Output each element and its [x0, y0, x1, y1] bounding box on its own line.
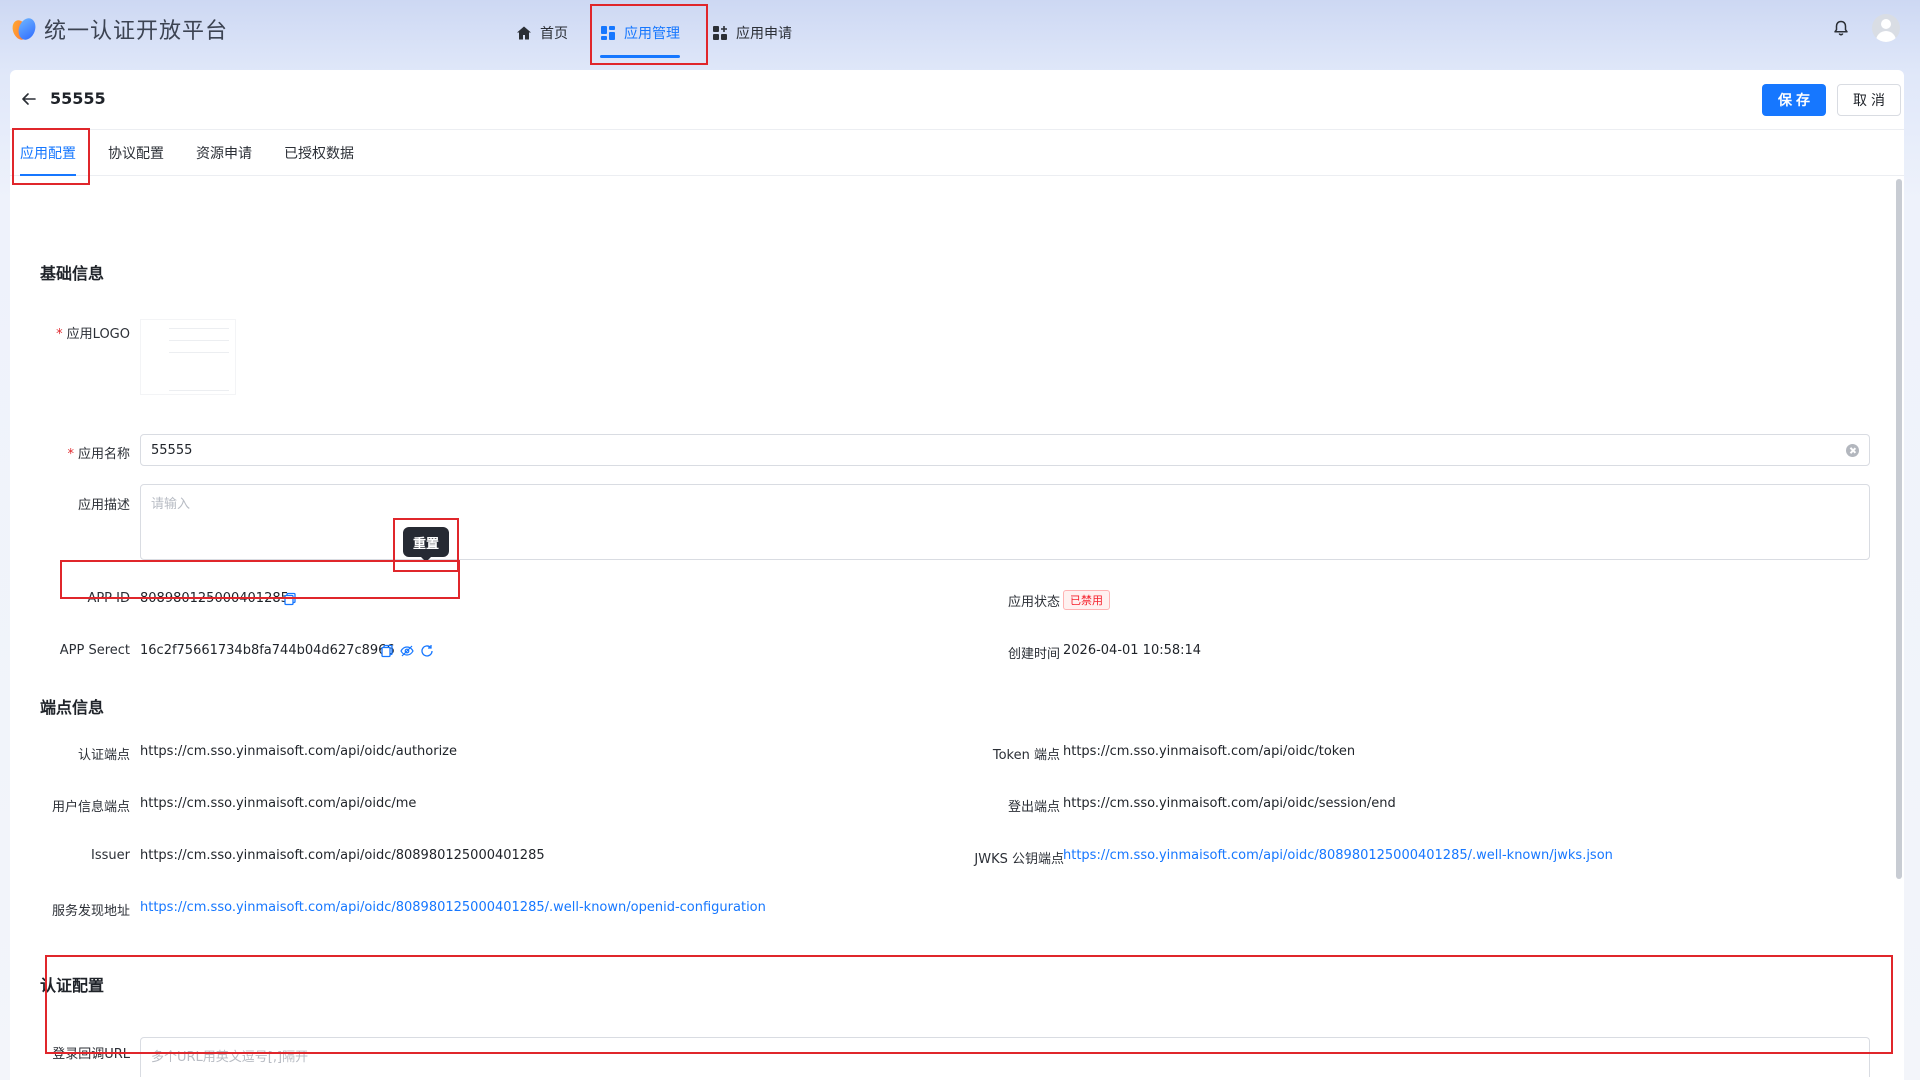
platform-title: 统一认证开放平台 [44, 19, 229, 44]
reset-tooltip: 重置 [403, 527, 450, 562]
grid-icon [601, 26, 615, 40]
apps-add-icon [713, 26, 727, 40]
created-value: 2026-04-01 10:58:14 [1063, 643, 1202, 658]
user-avatar[interactable] [1872, 14, 1900, 42]
nav-item-label: 首页 [540, 26, 568, 42]
home-icon [517, 26, 531, 40]
created-label: 创建时间 [1007, 647, 1060, 662]
tab-protocol-config[interactable]: 协议配置 [108, 130, 164, 176]
userinfo-endpoint-label: 用户信息端点 [51, 800, 130, 815]
logout-endpoint-label: 登出端点 [1007, 800, 1060, 815]
token-endpoint-label: Token 端点 [992, 748, 1060, 763]
form-body: 基础信息 * 应用LOGO * 应用名称 55555 应用描述 请输入 APP ID… [10, 177, 1904, 1080]
status-badge: 已禁用 [1063, 590, 1110, 610]
auth-endpoint-value: https://cm.sso.yinmaisoft.com/api/oidc/a… [140, 744, 458, 759]
cancel-button[interactable]: 取消 [1837, 84, 1901, 116]
clear-icon[interactable] [1846, 444, 1859, 457]
required-mark: * [67, 447, 74, 462]
callback-url-input[interactable]: 多个URL用英文逗号[,]隔开 [140, 1037, 1870, 1077]
description-placeholder: 请输入 [151, 497, 191, 512]
secret-label: APP Serect [59, 643, 130, 658]
top-right-actions [1832, 14, 1900, 42]
vertical-scrollbar[interactable] [1896, 179, 1902, 879]
bell-icon[interactable] [1832, 19, 1850, 37]
top-navigation-bar: 统一认证开放平台 首页 应用管理 应用申请 [0, 0, 1920, 70]
userinfo-endpoint-value: https://cm.sso.yinmaisoft.com/api/oidc/m… [140, 796, 417, 811]
main-nav: 首页 应用管理 应用申请 [500, 0, 808, 66]
copy-icon[interactable] [380, 644, 394, 658]
tab-resource-request[interactable]: 资源申请 [196, 130, 252, 176]
discovery-label: 服务发现地址 [51, 904, 130, 919]
tab-app-config[interactable]: 应用配置 [20, 130, 76, 176]
back-arrow-icon[interactable] [20, 90, 38, 108]
logo-label-text: 应用LOGO [66, 327, 130, 342]
refresh-icon[interactable] [420, 644, 434, 658]
app-name-input[interactable]: 55555 [140, 434, 1870, 466]
token-endpoint-value: https://cm.sso.yinmaisoft.com/api/oidc/t… [1063, 744, 1356, 759]
status-label: 应用状态 [1007, 595, 1060, 610]
app-name-value: 55555 [151, 442, 193, 458]
section-title-auth: 认证配置 [40, 976, 105, 995]
tab-authorized-data[interactable]: 已授权数据 [284, 130, 354, 176]
name-label-text: 应用名称 [77, 447, 130, 462]
callback-url-label: 登录回调URL [52, 1047, 130, 1062]
appid-label: APP ID [87, 591, 130, 606]
name-label: * 应用名称 [30, 443, 130, 462]
tab-bar: 应用配置 协议配置 资源申请 已授权数据 [10, 130, 1904, 176]
app-logo-image[interactable] [140, 319, 236, 395]
issuer-value: https://cm.sso.yinmaisoft.com/api/oidc/8… [140, 848, 545, 863]
card-header: 55555 保存 取消 [10, 70, 1904, 130]
nav-item-app-management[interactable]: 应用管理 [584, 0, 696, 66]
jwks-endpoint-label: JWKS 公钥端点 [974, 852, 1064, 867]
desc-label: 应用描述 [77, 498, 130, 513]
issuer-label: Issuer [91, 848, 130, 863]
required-mark: * [56, 327, 63, 342]
platform-logo-icon [12, 18, 36, 40]
app-description-input[interactable]: 请输入 [140, 484, 1870, 560]
nav-item-label: 应用管理 [624, 26, 680, 42]
nav-item-app-application[interactable]: 应用申请 [696, 0, 808, 66]
eye-hidden-icon[interactable] [400, 644, 414, 658]
page-title: 55555 [50, 89, 106, 108]
app-detail-card: 55555 保存 取消 应用配置 协议配置 资源申请 已授权数据 基础信息 * 应… [10, 70, 1904, 1080]
section-title-endpoints: 端点信息 [40, 698, 105, 717]
nav-item-home[interactable]: 首页 [500, 0, 584, 66]
logo-label: * 应用LOGO [30, 323, 130, 342]
nav-item-label: 应用申请 [736, 26, 792, 42]
copy-icon[interactable] [283, 592, 297, 606]
callback-url-placeholder: 多个URL用英文逗号[,]隔开 [151, 1050, 309, 1065]
save-button[interactable]: 保存 [1762, 84, 1826, 116]
section-title-basic: 基础信息 [40, 264, 105, 283]
auth-endpoint-label: 认证端点 [77, 748, 130, 763]
discovery-link[interactable]: https://cm.sso.yinmaisoft.com/api/oidc/8… [140, 900, 766, 915]
secret-value: 16c2f75661734b8fa744b04d627c8966 [140, 643, 395, 658]
jwks-endpoint-link[interactable]: https://cm.sso.yinmaisoft.com/api/oidc/8… [1063, 848, 1613, 863]
platform-logo[interactable]: 统一认证开放平台 [10, 14, 228, 44]
logout-endpoint-value: https://cm.sso.yinmaisoft.com/api/oidc/s… [1063, 796, 1396, 811]
appid-value: 808980125000401285 [140, 591, 289, 606]
